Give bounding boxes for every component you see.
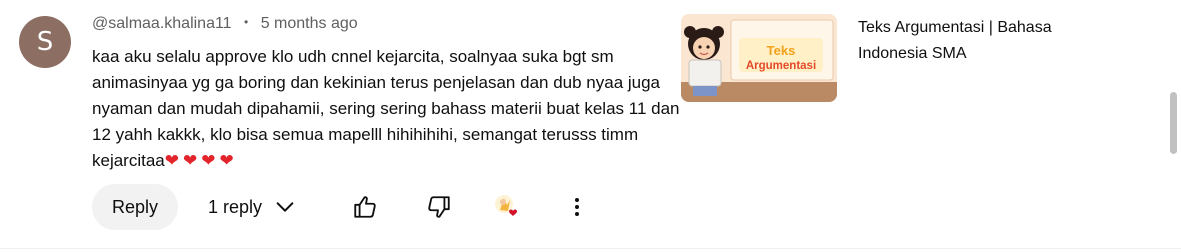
more-actions-button[interactable] [554,184,600,230]
scrollbar-thumb[interactable] [1170,92,1177,154]
thumbs-down-icon [428,196,450,218]
comment-timestamp[interactable]: 5 months ago [261,15,358,32]
like-button[interactable] [342,184,388,230]
thumbnail-text-teks: Teks [767,43,796,58]
thumbs-up-icon [354,196,376,218]
author-handle[interactable]: @salmaa.khalina11 [92,15,232,32]
view-replies-button[interactable]: 1 reply [194,184,308,230]
dislike-button[interactable] [416,184,462,230]
thumbnail-text-argumentasi: Argumentasi [746,60,816,72]
chevron-down-icon [276,202,294,212]
creator-heart-icon [495,195,518,216]
comment-thread: S @salmaa.khalina11 • 5 months ago kaa a… [0,0,1181,252]
comment-text: kaa aku selalu approve klo udh cnnel kej… [92,44,692,174]
divider [0,248,1181,249]
video-thumbnail[interactable]: Teks Argumentasi [681,14,837,102]
creator-heart-badge[interactable] [484,184,530,230]
avatar-letter: S [36,27,54,57]
reply-button[interactable]: Reply [92,184,179,230]
meta-separator: • [244,15,249,29]
comment-header: @salmaa.khalina11 • 5 months ago [92,14,358,34]
avatar[interactable]: S [19,16,71,68]
video-title[interactable]: Teks Argumentasi | Bahasa Indonesia SMA [858,15,1098,67]
thumbnail-illustration: Teks Argumentasi [681,14,837,102]
replies-count: 1 reply [208,196,263,217]
more-vert-icon [575,198,580,216]
comment-actions: Reply 1 reply [92,184,600,230]
heart-emojis: ❤❤❤❤ [164,151,238,171]
